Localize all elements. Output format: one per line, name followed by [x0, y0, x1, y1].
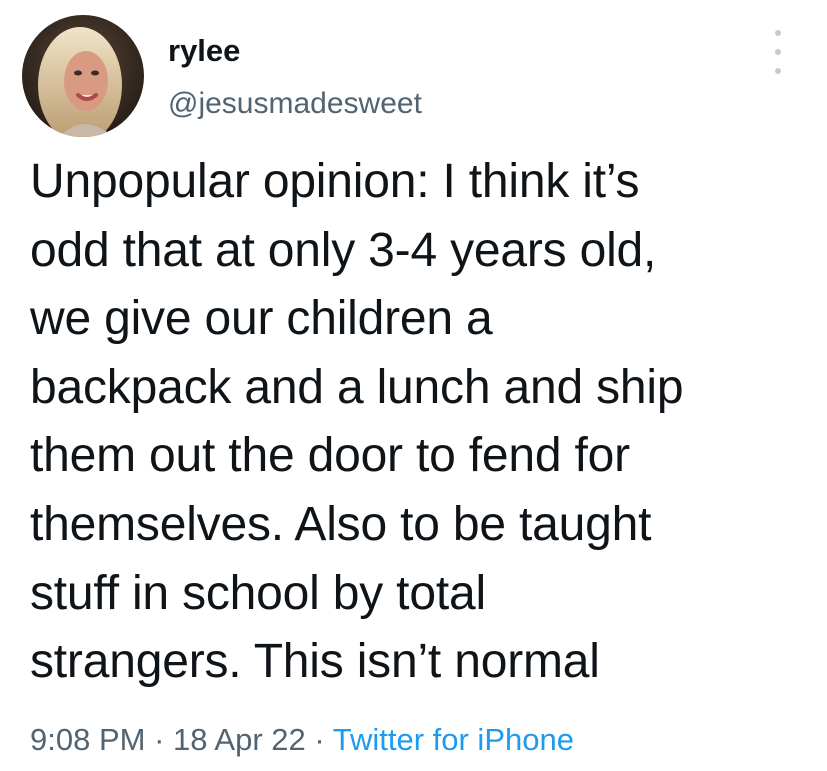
tweet-meta: 9:08 PM · 18 Apr 22 · Twitter for iPhone — [30, 720, 574, 760]
more-vertical-icon[interactable] — [766, 30, 790, 74]
avatar[interactable] — [22, 15, 144, 137]
more-dot — [775, 49, 781, 55]
user-handle[interactable]: @jesusmadesweet — [168, 86, 422, 122]
tweet-source-link[interactable]: Twitter for iPhone — [333, 722, 574, 757]
tweet-time[interactable]: 9:08 PM — [30, 722, 145, 757]
more-dot — [775, 68, 781, 74]
more-dot — [775, 30, 781, 36]
display-name[interactable]: rylee — [168, 33, 240, 69]
tweet-date[interactable]: 18 Apr 22 — [173, 722, 306, 757]
tweet-card: rylee @jesusmadesweet Unpopular opinion:… — [0, 0, 827, 771]
avatar-image — [22, 15, 144, 137]
meta-separator: · — [145, 722, 174, 757]
meta-separator: · — [305, 722, 333, 757]
tweet-text: Unpopular opinion: I think it’s odd that… — [30, 155, 684, 689]
